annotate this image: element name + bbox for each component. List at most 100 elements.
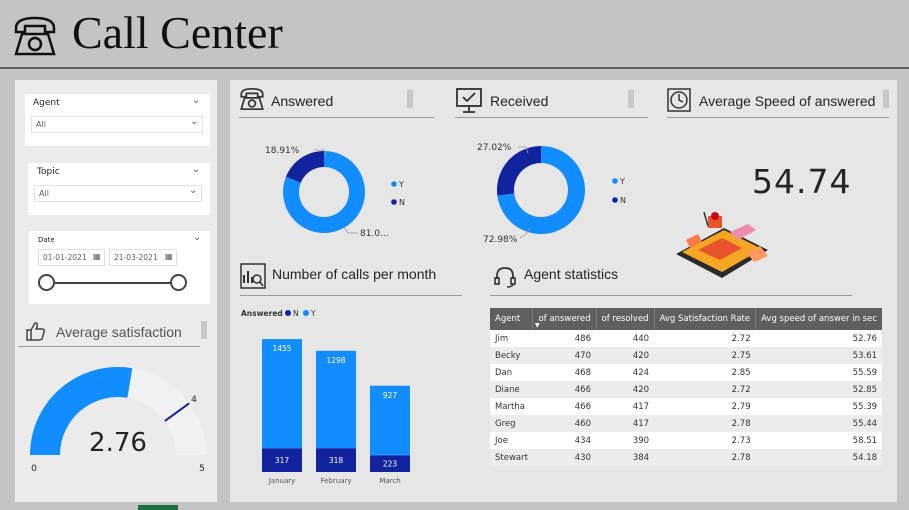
start-date-input[interactable]: 01-01-2021 ▦ (38, 249, 105, 266)
agent-slicer: Agent ⌄ All ⌄ (25, 94, 210, 146)
table-cell: 2.78 (654, 449, 756, 466)
table-cell: 2.72 (654, 330, 756, 347)
table-cell: 430 (532, 449, 596, 466)
topic-dropdown-value: All (39, 189, 49, 198)
calls-bar-chart: Answered N Y 1455 317 January 1298 318 Februa… (241, 309, 410, 485)
table-row[interactable]: Joe 434 390 2.73 58.51 (490, 432, 883, 449)
telephone-icon (240, 87, 264, 111)
calendar-icon[interactable]: ▦ (165, 252, 173, 261)
bar-segment-y[interactable] (316, 350, 356, 449)
page-title: Call Center (72, 7, 283, 58)
table-cell: 420 (596, 381, 655, 398)
bar-data-label: 318 (329, 456, 344, 465)
table-cell: Joe (490, 432, 533, 449)
table-cell: 58.51 (755, 432, 883, 449)
received-label-y: 72.98% (483, 235, 518, 245)
agent-slicer-label: Agent (33, 98, 60, 108)
scrollbar[interactable] (407, 90, 413, 108)
column-header-speed[interactable]: Avg speed of answer in sec (755, 308, 883, 330)
agent-stats-table: Agent of answered ▼ of resolved Avg Satis… (490, 308, 883, 466)
topic-slicer-label: Topic (37, 167, 60, 177)
speed-title: Average Speed of answered (699, 93, 876, 109)
thumbs-up-icon (26, 322, 46, 341)
scrollbar[interactable] (628, 90, 634, 108)
received-title: Received (490, 93, 549, 109)
scrollbar[interactable] (883, 90, 889, 108)
speed-value: 54.74 (752, 162, 852, 201)
answered-label-n: 18.91% (265, 146, 300, 156)
table-cell: 2.85 (654, 364, 756, 381)
table-cell: Dan (490, 364, 533, 381)
received-slice-n[interactable] (497, 146, 541, 196)
table-cell: Becky (490, 347, 533, 364)
table-row[interactable]: Martha 466 417 2.79 55.39 (490, 398, 883, 415)
table-row[interactable]: Greg 460 417 2.78 55.44 (490, 415, 883, 432)
table-row[interactable]: Diane 466 420 2.72 52.85 (490, 381, 883, 398)
legend-dot-n (612, 197, 618, 203)
calendar-icon[interactable]: ▦ (93, 252, 101, 261)
column-header-resolved[interactable]: of resolved (596, 308, 655, 330)
table-cell: 55.39 (755, 398, 883, 415)
divider (490, 295, 852, 296)
divider (667, 117, 889, 118)
legend-dot-n (285, 310, 291, 316)
legend-label-n: N (399, 198, 405, 207)
table-cell: 417 (596, 398, 655, 415)
chevron-down-icon[interactable]: ⌄ (192, 95, 200, 106)
legend-label-y: Y (398, 180, 404, 189)
chevron-down-icon[interactable]: ⌄ (193, 232, 201, 243)
chart-legend-title: Answered (241, 309, 283, 318)
table-cell: 468 (532, 364, 596, 381)
column-header-label: of answered (538, 314, 591, 324)
taskbar-app-indicator[interactable] (138, 505, 178, 510)
table-cell: 55.59 (755, 364, 883, 381)
chevron-down-icon: ⌄ (189, 185, 198, 196)
answered-donut-chart: 18.91% 81.0... Y N (265, 146, 405, 239)
table-header-row: Agent of answered ▼ of resolved Avg Satis… (490, 308, 883, 330)
date-slicer-label: Date (38, 236, 55, 244)
table-cell: Stewart (490, 449, 533, 466)
agent-stats-title: Agent statistics (524, 266, 619, 282)
table-cell: 54.18 (755, 449, 883, 466)
chevron-down-icon[interactable]: ⌄ (192, 164, 200, 175)
topic-dropdown[interactable]: All ⌄ (34, 185, 202, 202)
divider (18, 346, 200, 347)
table-cell: 440 (596, 330, 655, 347)
phone-illustration (676, 211, 768, 278)
table-row[interactable]: Becky 470 420 2.75 53.61 (490, 347, 883, 364)
table-cell: Greg (490, 415, 533, 432)
sort-desc-icon[interactable]: ▼ (535, 322, 540, 329)
legend-label-n: N (293, 309, 299, 318)
scrollbar[interactable] (201, 321, 207, 339)
table-cell: 390 (596, 432, 655, 449)
date-range-start-handle[interactable] (38, 274, 55, 291)
legend-dot-n (391, 199, 397, 205)
x-axis-tick-label: March (379, 477, 400, 485)
start-date-value: 01-01-2021 (43, 253, 87, 262)
gauge-min-label: 0 (31, 464, 37, 474)
satisfaction-title: Average satisfaction (56, 324, 182, 340)
table-cell: 466 (532, 398, 596, 415)
table-cell: Jim (490, 330, 533, 347)
telephone-icon (14, 16, 56, 56)
legend-label-y: Y (619, 177, 625, 186)
table-cell: Diane (490, 381, 533, 398)
column-header-agent[interactable]: Agent (490, 308, 534, 330)
column-header-answered[interactable]: of answered ▼ (532, 308, 597, 330)
monitor-icon (456, 88, 482, 113)
table-row[interactable]: Dan 468 424 2.85 55.59 (490, 364, 883, 381)
divider (239, 117, 434, 118)
column-header-satisfaction[interactable]: Avg Satisfaction Rate (654, 308, 757, 330)
date-range-end-handle[interactable] (170, 274, 187, 291)
end-date-input[interactable]: 21-03-2021 ▦ (109, 249, 177, 266)
agent-dropdown[interactable]: All ⌄ (31, 116, 203, 133)
gauge-value: 2.76 (89, 428, 147, 458)
gauge-max-label: 5 (199, 464, 205, 474)
bar-data-label: 317 (275, 456, 290, 465)
bar-segment-y[interactable] (262, 339, 302, 449)
table-cell: 2.79 (654, 398, 756, 415)
table-row[interactable]: Jim 486 440 2.72 52.76 (490, 330, 883, 347)
legend-dot-y (303, 310, 309, 316)
table-cell: 466 (532, 381, 596, 398)
table-row[interactable]: Stewart 430 384 2.78 54.18 (490, 449, 883, 466)
